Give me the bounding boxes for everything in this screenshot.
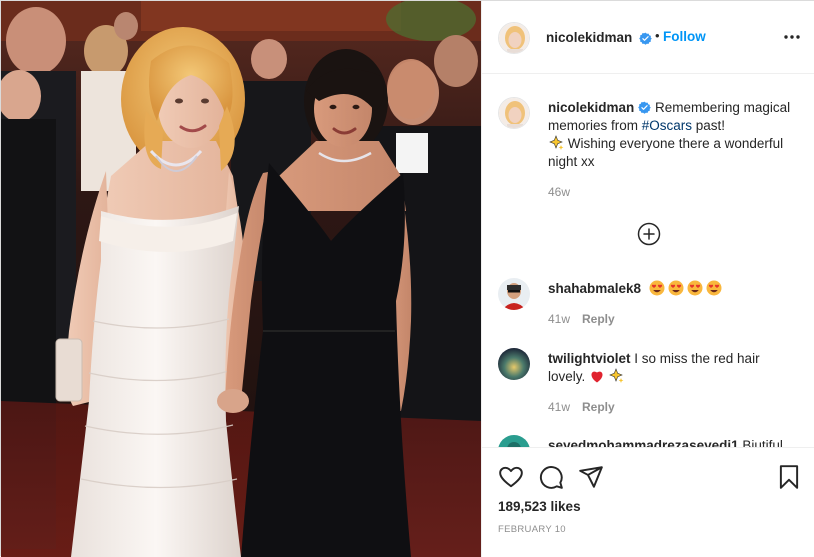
header-separator: •	[655, 28, 660, 43]
comment-body: shahabmalek8	[548, 280, 798, 298]
reply-button[interactable]: Reply	[582, 312, 615, 326]
author-username[interactable]: nicolekidman	[546, 30, 632, 45]
caption-body-end: Wishing everyone there a wonderful night…	[548, 136, 784, 169]
commenter-username[interactable]: shahabmalek8	[548, 281, 641, 296]
post-sidebar: nicolekidman • Follow nicolekidman Remem…	[481, 1, 814, 557]
red-heart-emoji-icon	[589, 368, 605, 384]
likes-count[interactable]: 189,523 likes	[498, 499, 581, 514]
post-date[interactable]: FEBRUARY 10	[498, 524, 566, 535]
reply-button[interactable]: Reply	[582, 400, 615, 414]
post-header: nicolekidman • Follow	[482, 1, 814, 74]
comment-body: twilightviolet I so miss the red hair lo…	[548, 350, 798, 386]
commenter-username[interactable]: twilightviolet	[548, 351, 631, 366]
post-actions: 189,523 likes FEBRUARY 10	[482, 447, 814, 557]
caption-avatar[interactable]	[498, 97, 530, 129]
more-options-icon[interactable]	[782, 27, 802, 47]
comment-timestamp[interactable]: 41w	[548, 312, 570, 326]
commenter-avatar[interactable]	[498, 435, 530, 447]
commenter-avatar[interactable]	[498, 278, 530, 310]
heart-icon[interactable]	[498, 464, 524, 490]
heart-eyes-emoji-icon	[668, 280, 684, 296]
comment-timestamp[interactable]: 41w	[548, 400, 570, 414]
heart-eyes-emoji-icon	[687, 280, 703, 296]
post-dialog: nicolekidman • Follow nicolekidman Remem…	[0, 0, 814, 557]
bookmark-icon[interactable]	[776, 464, 802, 490]
paper-plane-icon[interactable]	[578, 464, 604, 490]
comment-body: seyedmohammadrezaseyedi1 Biutiful	[548, 437, 798, 447]
caption-timestamp[interactable]: 46w	[548, 185, 570, 199]
sparkle-emoji-icon	[548, 135, 564, 151]
caption-hashtag[interactable]: #Oscars	[642, 118, 692, 133]
comment-icon[interactable]	[538, 464, 564, 490]
comment-emojis	[649, 280, 725, 296]
heart-eyes-emoji-icon	[706, 280, 722, 296]
comment-meta: 41w Reply	[548, 312, 615, 326]
commenter-username[interactable]: seyedmohammadrezaseyedi1	[548, 438, 739, 447]
comments-list[interactable]: nicolekidman Remembering magical memorie…	[482, 75, 814, 447]
caption-text: nicolekidman Remembering magical memorie…	[548, 99, 798, 171]
post-photo[interactable]	[1, 1, 481, 557]
comment-text: Biutiful	[742, 438, 783, 447]
comment-meta: 41w Reply	[548, 400, 615, 414]
verified-badge-icon	[638, 101, 652, 114]
commenter-avatar[interactable]	[498, 348, 530, 380]
follow-button[interactable]: Follow	[663, 29, 706, 44]
caption-username[interactable]: nicolekidman	[548, 100, 634, 115]
author-avatar[interactable]	[498, 22, 530, 54]
load-more-comments-icon[interactable]	[637, 222, 661, 246]
heart-eyes-emoji-icon	[649, 280, 665, 296]
photo-illustration	[1, 1, 481, 557]
sparkle-emoji-icon	[608, 368, 624, 384]
caption-body-mid: past!	[692, 118, 726, 133]
verified-badge-icon	[639, 32, 652, 45]
